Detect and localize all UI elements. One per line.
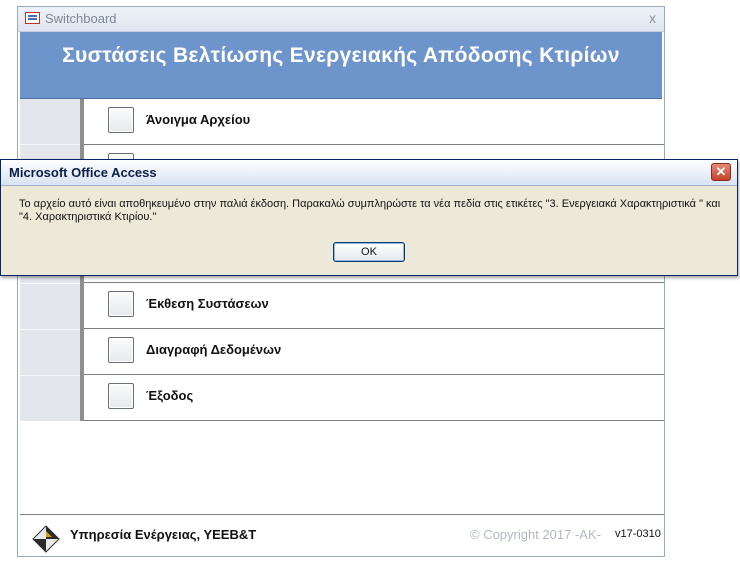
left-separator	[20, 375, 80, 376]
left-separator	[20, 329, 80, 330]
menu-item-label: Έκθεση Συστάσεων	[146, 296, 269, 311]
organization-logo-icon	[32, 525, 60, 553]
left-separator	[20, 144, 80, 145]
form-icon	[25, 12, 40, 24]
exit-button[interactable]	[108, 383, 134, 409]
message-dialog: Microsoft Office Access ✕ Το αρχείο αυτό…	[0, 159, 738, 276]
dialog-title: Microsoft Office Access	[9, 165, 157, 180]
menu-item-label: Έξοδος	[146, 388, 194, 403]
left-separator	[20, 283, 80, 284]
switchboard-window: Switchboard x Συστάσεις Βελτίωσης Ενεργε…	[17, 6, 665, 557]
delete-data-button[interactable]	[108, 337, 134, 363]
banner-title: Συστάσεις Βελτίωσης Ενεργειακής Απόδοσης…	[62, 44, 620, 67]
ok-button[interactable]: OK	[333, 242, 405, 262]
switchboard-titlebar: Switchboard x	[18, 7, 664, 32]
organization-name: Υπηρεσία Ενέργειας, ΥΕΕΒ&Τ	[70, 527, 257, 542]
menu-item-open-file[interactable]: Άνοιγμα Αρχείου	[84, 99, 664, 145]
header-banner: Συστάσεις Βελτίωσης Ενεργειακής Απόδοσης…	[20, 32, 662, 99]
menu-item-label: Άνοιγμα Αρχείου	[146, 112, 251, 127]
copyright-text: © Copyright 2017 -AK-	[470, 527, 601, 542]
dialog-titlebar: Microsoft Office Access ✕	[1, 160, 737, 186]
close-icon[interactable]: x	[649, 10, 656, 26]
dialog-message: Το αρχείο αυτό είναι αποθηκευμένο στην π…	[19, 198, 721, 223]
version-label: v17-0310	[615, 528, 661, 540]
recommendations-report-button[interactable]	[108, 291, 134, 317]
menu-item-recommendations-report[interactable]: Έκθεση Συστάσεων	[84, 283, 664, 329]
close-icon[interactable]: ✕	[711, 163, 731, 181]
menu-item-exit[interactable]: Έξοδος	[84, 375, 664, 421]
menu-item-delete-data[interactable]: Διαγραφή Δεδομένων	[84, 329, 664, 375]
menu-item-label: Διαγραφή Δεδομένων	[146, 342, 282, 357]
open-file-button[interactable]	[108, 107, 134, 133]
footer: Υπηρεσία Ενέργειας, ΥΕΕΒ&Τ © Copyright 2…	[20, 514, 664, 555]
window-title: Switchboard	[45, 11, 117, 26]
